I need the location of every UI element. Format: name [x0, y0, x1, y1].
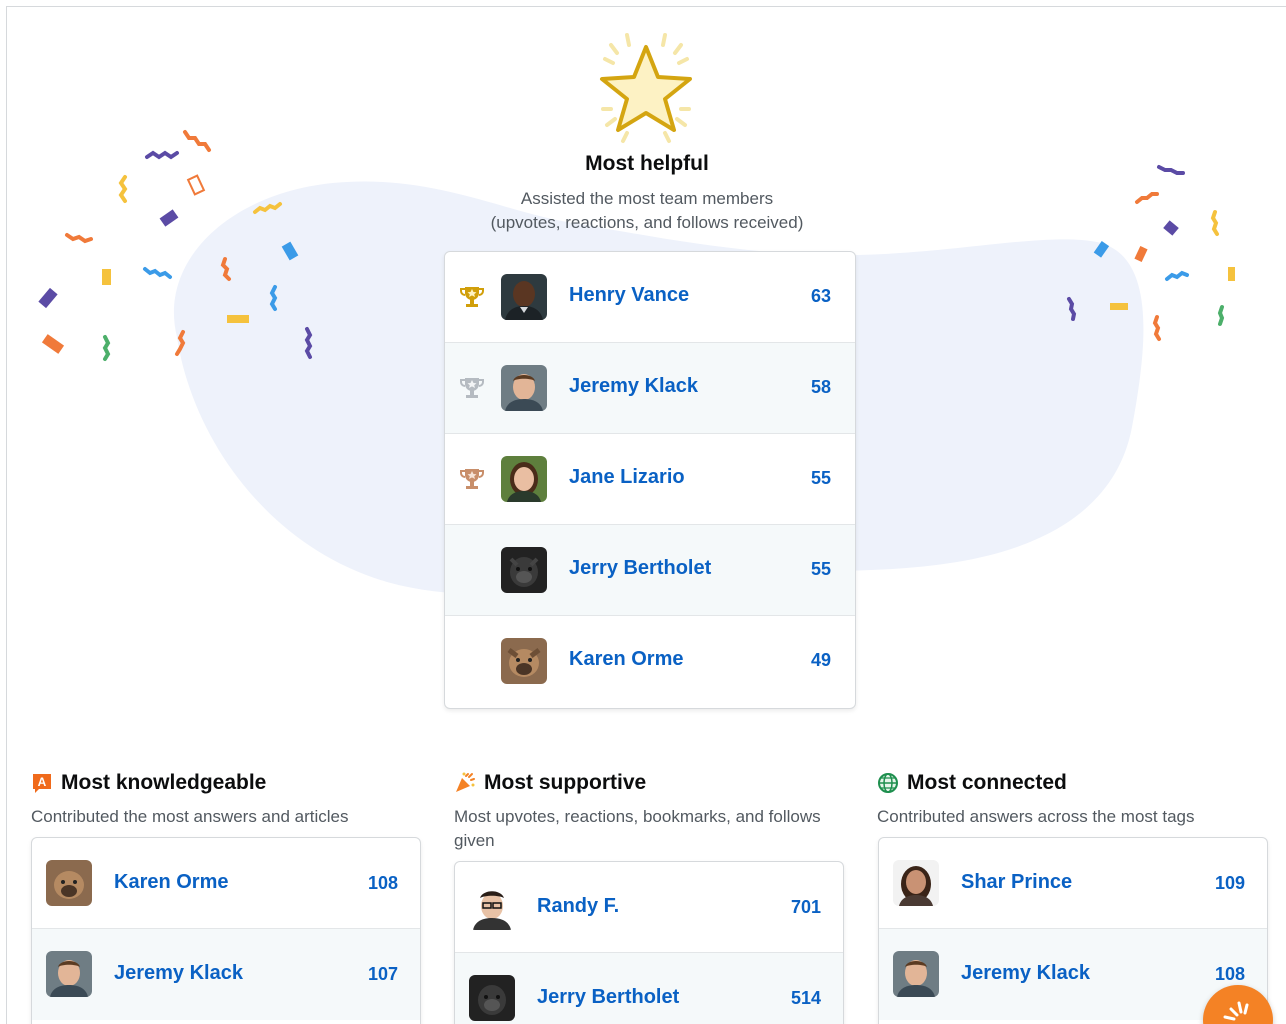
user-name-link[interactable]: Karen Orme	[569, 648, 684, 671]
avatar[interactable]	[46, 951, 92, 997]
most-supportive-section: Most supportive Most upvotes, reactions,…	[454, 769, 846, 853]
leaderboard-row: Karen Orme 108	[32, 838, 420, 929]
hero-subtitle-line-2: (upvotes, reactions, and follows receive…	[490, 213, 804, 232]
section-description: Most upvotes, reactions, bookmarks, and …	[454, 807, 821, 850]
most-knowledgeable-section: A Most knowledgeable Contributed the mos…	[31, 769, 423, 829]
user-score: 701	[790, 897, 821, 917]
section-description: Contributed the most answers and article…	[31, 807, 349, 826]
leaderboard-row: Jerry Bertholet 514	[455, 953, 843, 1024]
leaderboard-row: Jerry Bertholet 55	[445, 525, 855, 616]
answer-icon: A	[31, 772, 53, 794]
user-name-link[interactable]: Jerry Bertholet	[569, 557, 711, 580]
avatar[interactable]	[469, 975, 515, 1021]
avatar[interactable]	[46, 860, 92, 906]
bronze-trophy-icon	[459, 466, 485, 492]
section-title-text: Most knowledgeable	[61, 771, 267, 794]
hero-subtitle: Assisted the most team members (upvotes,…	[7, 187, 1286, 235]
leaderboard-row: Jeremy Klack 107	[32, 929, 420, 1020]
avatar[interactable]	[501, 456, 547, 502]
user-name-link[interactable]: Shar Prince	[961, 871, 1072, 894]
floating-help-button[interactable]	[1203, 985, 1273, 1024]
section-title: Most supportive	[454, 769, 846, 797]
user-name-link[interactable]: Henry Vance	[569, 284, 689, 307]
most-supportive-leaderboard: Randy F. 701 Jerry Bertholet 514	[454, 861, 844, 1024]
leaderboard-row: Karen Orme 49	[445, 616, 855, 707]
user-name-link[interactable]: Jane Lizario	[569, 466, 685, 489]
leaderboard-row: Jane Lizario 55	[445, 434, 855, 525]
leaderboard-row: Henry Vance 63	[445, 252, 855, 343]
user-score: 55	[810, 468, 831, 488]
section-title-text: Most supportive	[484, 771, 647, 794]
user-score: 49	[810, 650, 831, 670]
user-name-link[interactable]: Jeremy Klack	[961, 962, 1090, 985]
avatar[interactable]	[501, 547, 547, 593]
user-score: 107	[367, 964, 398, 984]
avatar[interactable]	[501, 638, 547, 684]
party-popper-icon	[454, 772, 476, 794]
hero-subtitle-line-1: Assisted the most team members	[520, 189, 774, 208]
answer-icon-letter: A	[38, 775, 47, 789]
user-score: 58	[810, 377, 831, 397]
user-name-link[interactable]: Jeremy Klack	[114, 962, 243, 985]
avatar[interactable]	[469, 884, 515, 930]
user-score: 514	[790, 988, 821, 1008]
section-title: Most connected	[877, 769, 1269, 797]
leaderboard-row: Jeremy Klack 58	[445, 343, 855, 434]
user-score: 55	[810, 559, 831, 579]
user-name-link[interactable]: Jerry Bertholet	[537, 986, 679, 1009]
user-score: 63	[810, 286, 831, 306]
section-description: Contributed answers across the most tags	[877, 807, 1195, 826]
gold-trophy-icon	[459, 284, 485, 310]
user-score: 109	[1214, 873, 1245, 893]
user-name-link[interactable]: Jeremy Klack	[569, 375, 698, 398]
section-title-text: Most connected	[907, 771, 1067, 794]
section-title: A Most knowledgeable	[31, 769, 423, 797]
globe-icon	[877, 772, 899, 794]
spark-icon	[1223, 1001, 1249, 1021]
user-score: 108	[1214, 964, 1245, 984]
most-connected-section: Most connected Contributed answers acros…	[877, 769, 1269, 829]
silver-trophy-icon	[459, 375, 485, 401]
avatar[interactable]	[893, 951, 939, 997]
user-score: 108	[367, 873, 398, 893]
avatar[interactable]	[501, 274, 547, 320]
most-helpful-leaderboard: Henry Vance 63 Jeremy Klack 58 Jane Liza…	[444, 251, 856, 709]
user-name-link[interactable]: Randy F.	[537, 895, 619, 918]
avatar[interactable]	[501, 365, 547, 411]
page: Most helpful Assisted the most team memb…	[6, 6, 1286, 1024]
user-name-link[interactable]: Karen Orme	[114, 871, 229, 894]
most-knowledgeable-leaderboard: Karen Orme 108 Jeremy Klack 107	[31, 837, 421, 1024]
avatar[interactable]	[893, 860, 939, 906]
leaderboard-row: Randy F. 701	[455, 862, 843, 953]
hero-title: Most helpful	[585, 152, 709, 175]
leaderboard-row: Shar Prince 109	[879, 838, 1267, 929]
star-icon	[581, 25, 711, 155]
